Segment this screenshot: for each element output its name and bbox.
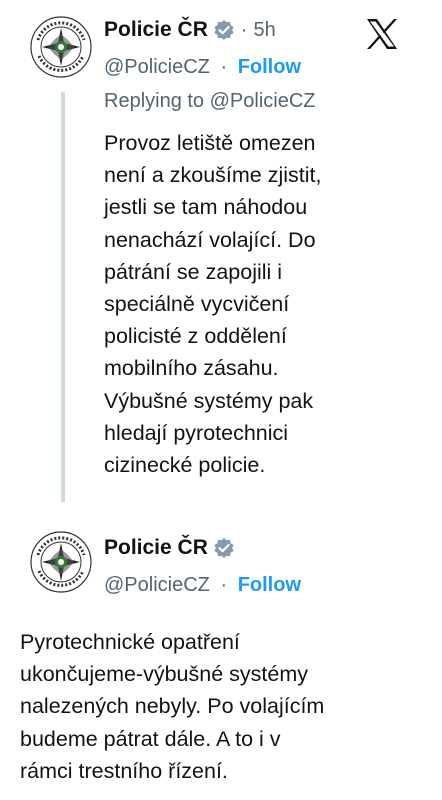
- replying-to: Replying to @PolicieCZ: [104, 90, 316, 113]
- verified-badge-icon[interactable]: [213, 19, 235, 41]
- replying-to-label: Replying to: [104, 90, 205, 112]
- author-row: Policie ČR: [104, 536, 235, 560]
- x-logo-icon[interactable]: [364, 16, 400, 52]
- police-seal-icon: [30, 16, 92, 78]
- separator-dot: ·: [240, 18, 248, 41]
- timestamp[interactable]: 5h: [254, 19, 276, 42]
- follow-button[interactable]: Follow: [238, 574, 301, 596]
- author-handle[interactable]: @PolicieCZ: [104, 574, 210, 596]
- separator-dot: ·: [220, 574, 228, 596]
- tweet-text: Provoz letiště omezen není a zkoušíme zj…: [104, 131, 322, 478]
- handle-row: @PolicieCZ · Follow: [104, 56, 301, 79]
- follow-button[interactable]: Follow: [238, 56, 301, 78]
- avatar[interactable]: [30, 531, 92, 593]
- thread-line: [61, 92, 65, 502]
- avatar[interactable]: [30, 16, 92, 78]
- replying-to-mention[interactable]: @PolicieCZ: [210, 90, 316, 112]
- handle-row: @PolicieCZ · Follow: [104, 574, 301, 597]
- tweet-text: Pyrotechnické opatření ukončujeme-výbušn…: [20, 630, 325, 783]
- author-handle[interactable]: @PolicieCZ: [104, 56, 210, 78]
- police-seal-icon: [30, 531, 92, 593]
- author-name[interactable]: Policie ČR: [104, 18, 208, 42]
- author-name[interactable]: Policie ČR: [104, 536, 208, 560]
- separator-dot: ·: [220, 56, 228, 78]
- author-row: Policie ČR · 5h: [104, 18, 276, 42]
- verified-badge-icon[interactable]: [213, 537, 235, 559]
